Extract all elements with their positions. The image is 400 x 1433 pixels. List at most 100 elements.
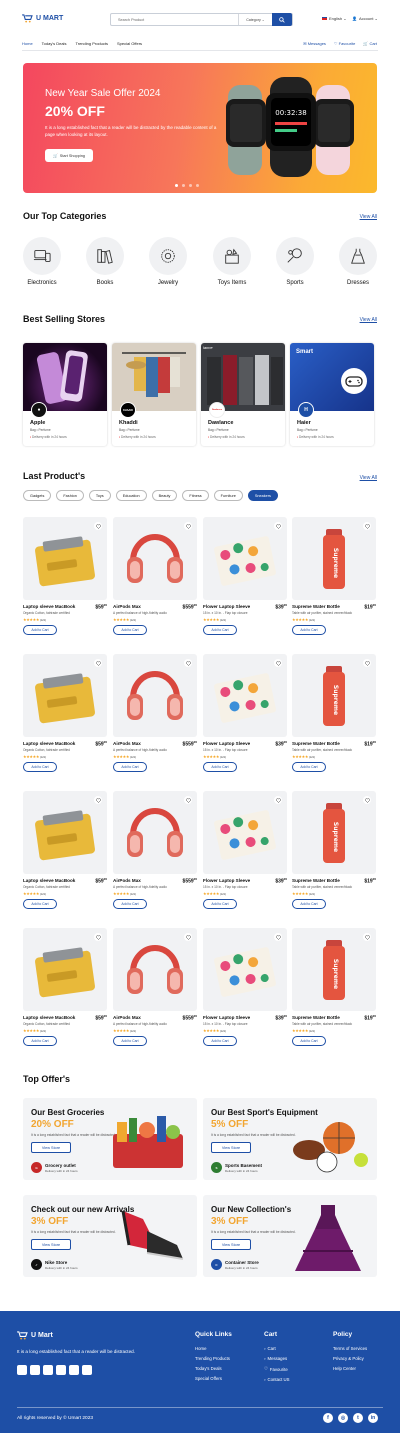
footer-link-cart[interactable]: ▫ Cart (264, 1346, 290, 1351)
linkedin-icon[interactable]: in (368, 1413, 378, 1423)
add-to-cart-button[interactable]: Add to Cart (23, 899, 57, 909)
add-to-cart-button[interactable]: Add to Cart (292, 899, 326, 909)
add-to-cart-button[interactable]: Add to Cart (23, 762, 57, 772)
brand-logo[interactable]: U MART (22, 14, 63, 23)
favourite-button[interactable] (184, 933, 192, 941)
nav-trending-products[interactable]: Trending Products (75, 41, 108, 46)
add-to-cart-button[interactable]: Add to Cart (292, 762, 326, 772)
add-to-cart-button[interactable]: Add to Cart (203, 1036, 237, 1046)
add-to-cart-button[interactable]: Add to Cart (23, 625, 57, 635)
filter-education[interactable]: Education (115, 490, 147, 501)
add-to-cart-button[interactable]: Add to Cart (113, 1036, 147, 1046)
favourite-button[interactable] (363, 659, 371, 667)
footer-link-deals[interactable]: Today's Deals (195, 1366, 232, 1371)
carousel-dot[interactable] (175, 184, 178, 187)
favourite-button[interactable] (274, 522, 282, 530)
account-menu[interactable]: 👤 Account ⌄ (352, 16, 378, 21)
nav-cart[interactable]: 🛒 Cart (363, 41, 377, 46)
add-to-cart-button[interactable]: Add to Cart (292, 1036, 326, 1046)
carousel-dot[interactable] (182, 184, 185, 187)
nav-messages[interactable]: ✉ Messages (303, 41, 326, 46)
footer-link-favourite[interactable]: ♡ Favourite (264, 1366, 290, 1372)
product-card[interactable]: Flower Laptop Sleeve $3900 15 in. x 10 i… (203, 928, 287, 1052)
favourite-button[interactable] (274, 659, 282, 667)
nav-todays-deals[interactable]: Today's Deals (42, 41, 67, 46)
favourite-button[interactable] (274, 933, 282, 941)
search-button[interactable] (272, 13, 292, 26)
nav-special-offers[interactable]: Special Offers (117, 41, 142, 46)
product-card[interactable]: AirPods Max $55900 A perfect balance of … (113, 654, 197, 778)
categories-view-all[interactable]: View All (360, 214, 377, 220)
favourite-button[interactable] (94, 796, 102, 804)
add-to-cart-button[interactable]: Add to Cart (292, 625, 326, 635)
product-card[interactable]: Laptop sleeve MacBook $5900 Organic Cott… (23, 791, 107, 915)
category-select[interactable]: Category ⌄ (238, 14, 272, 25)
add-to-cart-button[interactable]: Add to Cart (203, 762, 237, 772)
product-card[interactable]: Flower Laptop Sleeve $3900 15 in. x 10 i… (203, 517, 287, 641)
product-card[interactable]: AirPods Max $55900 A perfect balance of … (113, 517, 197, 641)
footer-link-terms[interactable]: Terms of Services (333, 1346, 367, 1351)
nav-home[interactable]: Home (22, 41, 33, 46)
search-input[interactable]: Search Product (111, 18, 238, 22)
view-store-button[interactable]: View Store (31, 1239, 71, 1250)
footer-link-messages[interactable]: ▫ Messages (264, 1356, 290, 1361)
footer-link-contact[interactable]: ▫ Contact US (264, 1377, 290, 1382)
product-card[interactable]: Supreme Supreme Water Bottle $1900 Table… (292, 791, 376, 915)
product-card[interactable]: Supreme Supreme Water Bottle $1900 Table… (292, 928, 376, 1052)
nav-favourite[interactable]: ♡ Favourite (334, 41, 355, 46)
twitter-icon[interactable]: t (353, 1413, 363, 1423)
product-card[interactable]: AirPods Max $55900 A perfect balance of … (113, 928, 197, 1052)
footer-link-help[interactable]: Help Center (333, 1366, 367, 1371)
filter-sneakers[interactable]: Sneakers (247, 490, 278, 501)
add-to-cart-button[interactable]: Add to Cart (113, 625, 147, 635)
add-to-cart-button[interactable]: Add to Cart (113, 899, 147, 909)
store-card-dawlance[interactable]: lance Dawlance Dawlance Bag • Perfume ▪ … (201, 343, 285, 446)
footer-link-privacy[interactable]: Privacy & Policy (333, 1356, 367, 1361)
category-jewelry[interactable]: Jewelry (148, 237, 188, 286)
favourite-button[interactable] (184, 796, 192, 804)
category-sports[interactable]: Sports (275, 237, 315, 286)
add-to-cart-button[interactable]: Add to Cart (203, 625, 237, 635)
filter-fashion[interactable]: Fashion (56, 490, 84, 501)
product-card[interactable]: Flower Laptop Sleeve $3900 15 in. x 10 i… (203, 791, 287, 915)
stores-view-all[interactable]: View All (360, 317, 377, 323)
add-to-cart-button[interactable]: Add to Cart (23, 1036, 57, 1046)
favourite-button[interactable] (363, 796, 371, 804)
category-toys-items[interactable]: Toys Items (212, 237, 252, 286)
category-books[interactable]: Books (85, 237, 125, 286)
language-select[interactable]: English ⌄ (322, 16, 347, 21)
view-store-button[interactable]: View Store (31, 1142, 71, 1153)
product-card[interactable]: Laptop sleeve MacBook $5900 Organic Cott… (23, 654, 107, 778)
filter-gadgets[interactable]: Gadgets (23, 490, 52, 501)
category-dresses[interactable]: Dresses (338, 237, 378, 286)
favourite-button[interactable] (274, 796, 282, 804)
favourite-button[interactable] (363, 933, 371, 941)
favourite-button[interactable] (94, 659, 102, 667)
carousel-dot[interactable] (196, 184, 199, 187)
view-store-button[interactable]: View Store (211, 1142, 251, 1153)
product-card[interactable]: Laptop sleeve MacBook $5900 Organic Cott… (23, 517, 107, 641)
footer-link-offers[interactable]: Special Offers (195, 1376, 232, 1381)
product-card[interactable]: Supreme Supreme Water Bottle $1900 Table… (292, 654, 376, 778)
product-card[interactable]: Supreme Supreme Water Bottle $1900 Table… (292, 517, 376, 641)
favourite-button[interactable] (94, 522, 102, 530)
favourite-button[interactable] (363, 522, 371, 530)
carousel-dot[interactable] (189, 184, 192, 187)
product-card[interactable]: Laptop sleeve MacBook $5900 Organic Cott… (23, 928, 107, 1052)
add-to-cart-button[interactable]: Add to Cart (203, 899, 237, 909)
favourite-button[interactable] (94, 933, 102, 941)
store-card-khaddi[interactable]: KHAADI Khaddi Bag • Perfume ▪ Delivery w… (112, 343, 196, 446)
product-card[interactable]: AirPods Max $55900 A perfect balance of … (113, 791, 197, 915)
favourite-button[interactable] (184, 659, 192, 667)
footer-link-home[interactable]: Home (195, 1346, 232, 1351)
footer-logo[interactable]: U Mart (17, 1331, 53, 1340)
category-electronics[interactable]: Electronics (22, 237, 62, 286)
footer-link-trending[interactable]: Trending Products (195, 1356, 232, 1361)
filter-toys[interactable]: Toys (88, 490, 111, 501)
filter-beauty[interactable]: Beauty (151, 490, 178, 501)
start-shopping-button[interactable]: 🛒 Start Shopping (45, 149, 93, 162)
favourite-button[interactable] (184, 522, 192, 530)
products-view-all[interactable]: View All (360, 475, 377, 481)
facebook-icon[interactable]: f (323, 1413, 333, 1423)
store-card-apple[interactable]: ● Apple Bag • Perfume ▪ Delivery with in… (23, 343, 107, 446)
